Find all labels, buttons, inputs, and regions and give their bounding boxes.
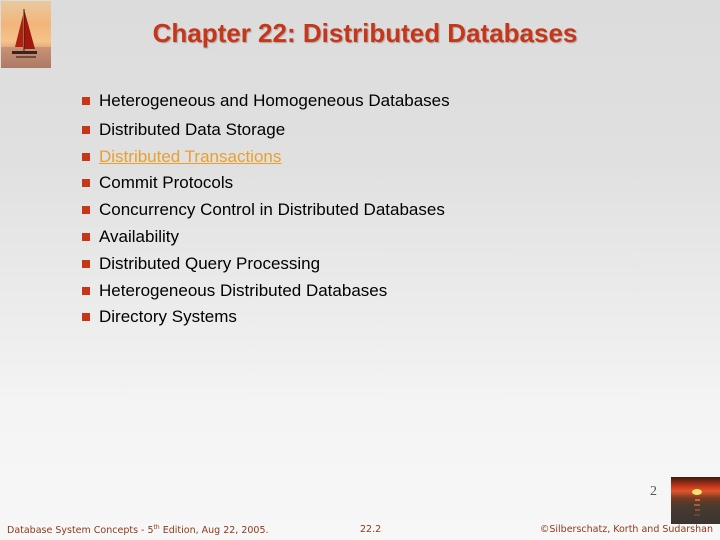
list-item: Heterogeneous and Homogeneous Databases <box>82 88 450 115</box>
list-item: Distributed Transactions <box>82 144 450 171</box>
list-item: Availability <box>82 224 450 251</box>
list-item: Heterogeneous Distributed Databases <box>82 278 450 305</box>
square-bullet-icon <box>82 152 90 161</box>
list-item-text: Availability <box>99 226 180 246</box>
slide-title: Chapter 22: Distributed Databases <box>152 18 578 48</box>
footer-left-text: Database System Concepts - 5 <box>7 525 154 537</box>
list-item-text: Distributed Data Storage <box>99 119 286 139</box>
list-item-text: Concurrency Control in Distributed Datab… <box>99 200 445 220</box>
footer-slide-number: 22.2 <box>360 524 382 535</box>
distributed-transactions-link[interactable]: Distributed Transactions <box>99 144 281 171</box>
list-item: Distributed Data Storage <box>82 117 450 144</box>
list-item: Directory Systems <box>82 304 450 331</box>
square-bullet-icon <box>82 206 90 215</box>
footer-book-edition: Database System Concepts - 5th Edition, … <box>7 524 269 536</box>
square-bullet-icon <box>82 97 90 105</box>
list-item: Distributed Query Processing <box>82 251 450 278</box>
footer-left-suffix: Edition, Aug 22, 2005. <box>159 525 269 537</box>
footer-copyright: ©Silberschatz, Korth and Sudarshan <box>539 524 713 535</box>
square-bullet-icon <box>82 125 90 134</box>
list-item-text: Directory Systems <box>99 307 237 327</box>
page-number: 2 <box>650 484 657 499</box>
list-item-text: Commit Protocols <box>99 173 234 193</box>
list-item-text: Distributed Query Processing <box>99 253 321 273</box>
square-bullet-icon <box>82 179 90 188</box>
square-bullet-icon <box>82 232 90 241</box>
list-item: Concurrency Control in Distributed Datab… <box>82 197 450 224</box>
list-item-text: Heterogeneous Distributed Databases <box>99 280 388 300</box>
square-bullet-icon <box>82 259 90 268</box>
square-bullet-icon <box>82 313 90 322</box>
sunset-logo-icon <box>671 477 720 524</box>
topic-list: Heterogeneous and Homogeneous Databases … <box>82 88 450 331</box>
list-item: Commit Protocols <box>82 170 450 197</box>
square-bullet-icon <box>82 286 90 295</box>
list-item-text: Heterogeneous and Homogeneous Databases <box>99 91 450 110</box>
